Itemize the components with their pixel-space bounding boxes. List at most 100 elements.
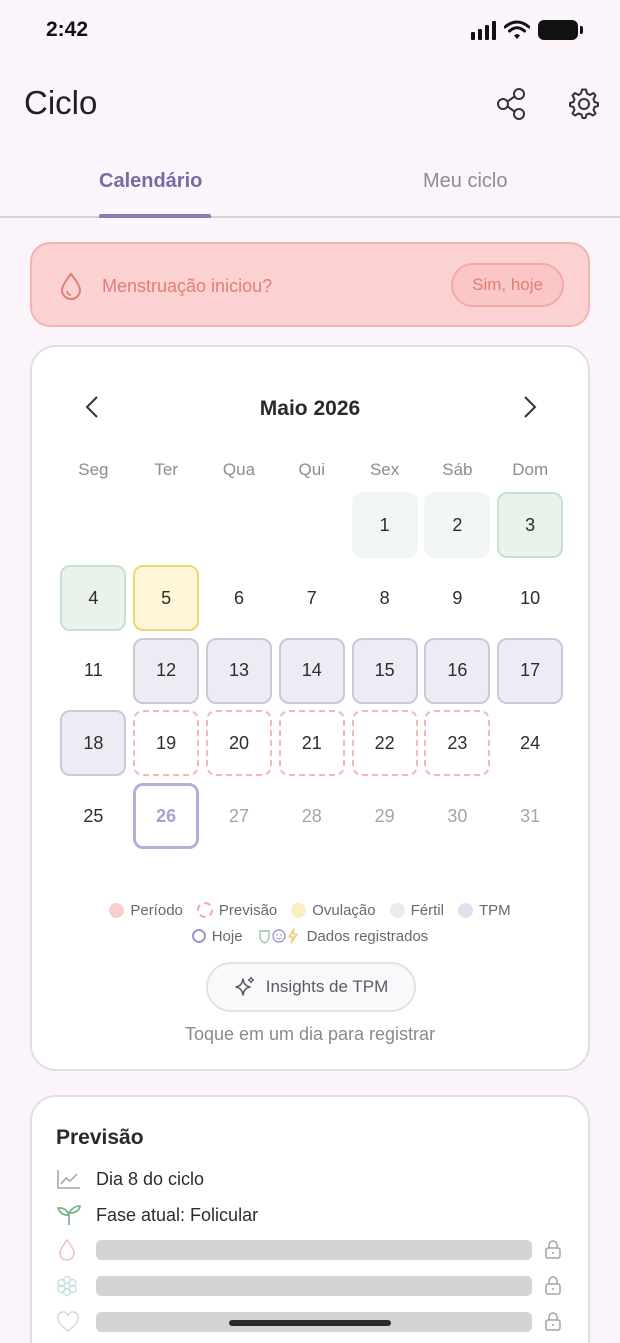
calendar-day-cell: 19 <box>130 707 203 780</box>
legend-tpm: TPM <box>457 901 511 919</box>
calendar-day[interactable]: 16 <box>424 637 491 704</box>
calendar-day-cell <box>57 489 130 562</box>
calendar-day-cell: 26 <box>130 780 203 853</box>
logged-data-icons <box>258 928 298 944</box>
calendar-day[interactable]: 5 <box>133 565 200 632</box>
drop-icon <box>59 1238 75 1261</box>
tab-calendario[interactable]: Calendário <box>99 170 202 193</box>
tab-bar: Calendário Meu ciclo <box>0 150 620 218</box>
calendar-day-cell: 21 <box>275 707 348 780</box>
legend-ovulation: Ovulação <box>291 901 376 919</box>
calendar-day[interactable]: 21 <box>278 710 345 777</box>
legend-label: TPM <box>478 901 511 919</box>
calendar-day[interactable]: 24 <box>497 710 563 776</box>
calendar-day[interactable]: 11 <box>60 638 126 704</box>
calendar-day[interactable]: 14 <box>278 637 345 704</box>
calendar-day[interactable]: 4 <box>60 565 127 632</box>
calendar-day-cell: 29 <box>348 780 421 853</box>
legend-forecast: Previsão <box>196 901 278 919</box>
legend-label: Dados registrados <box>306 927 429 945</box>
calendar-day-cell <box>130 489 203 562</box>
calendar-day-cell: 10 <box>494 562 567 635</box>
calendar-day-cell: 13 <box>203 634 276 707</box>
sparkle-icon <box>234 976 254 996</box>
status-time: 2:42 <box>46 18 89 41</box>
legend-label: Hoje <box>211 927 243 945</box>
calendar-day-cell: 2 <box>421 489 494 562</box>
share-button[interactable] <box>493 86 529 122</box>
calendar-day-cell: 15 <box>348 634 421 707</box>
lock-icon <box>545 1240 561 1259</box>
calendar-day[interactable]: 12 <box>133 637 200 704</box>
calendar-day-cell: 24 <box>494 707 567 780</box>
weekday-label: Dom <box>512 460 549 479</box>
tpm-insights-button[interactable]: Insights de TPM <box>206 962 416 1012</box>
alert-text: Menstruação iniciou? <box>102 276 273 296</box>
chevron-right-icon <box>524 396 537 418</box>
calendar-day[interactable]: 3 <box>497 492 564 559</box>
calendar-day[interactable]: 13 <box>205 637 272 704</box>
calendar-day[interactable]: 29 <box>352 783 418 849</box>
fertile-dot <box>389 902 405 918</box>
calendar-day[interactable]: 2 <box>424 492 491 559</box>
legend-label: Ovulação <box>312 901 376 919</box>
calendar-day[interactable]: 27 <box>206 783 272 849</box>
calendar-day[interactable]: 22 <box>351 710 418 777</box>
home-indicator <box>229 1320 391 1326</box>
confirm-period-button[interactable]: Sim, hoje <box>451 263 564 307</box>
weekday-label: Sex <box>369 460 400 479</box>
calendar-day-cell: 3 <box>494 489 567 562</box>
calendar-day-cell: 4 <box>57 562 130 635</box>
calendar-day-today[interactable]: 26 <box>133 783 200 850</box>
locked-forecast-row[interactable] <box>56 1237 568 1263</box>
calendar-day[interactable]: 23 <box>424 710 491 777</box>
calendar-day-cell: 30 <box>421 780 494 853</box>
month-title: Maio 2026 <box>259 397 361 420</box>
drop-icon <box>60 272 82 300</box>
period-dot <box>109 902 125 918</box>
calendar-day[interactable]: 30 <box>424 783 490 849</box>
next-month-button[interactable] <box>510 387 550 427</box>
legend-fertile: Fértil <box>389 902 444 919</box>
settings-button[interactable] <box>566 86 602 122</box>
flower-icon <box>57 1275 77 1297</box>
status-icons <box>471 20 583 40</box>
calendar-day[interactable]: 8 <box>352 565 418 631</box>
locked-forecast-row[interactable] <box>56 1273 568 1299</box>
calendar-day[interactable]: 19 <box>133 710 200 777</box>
calendar-day[interactable]: 15 <box>351 637 418 704</box>
calendar-day[interactable]: 18 <box>60 710 127 777</box>
share-icon <box>497 88 525 120</box>
calendar-day-cell: 17 <box>494 634 567 707</box>
sprout-icon <box>56 1205 81 1225</box>
calendar-day[interactable]: 10 <box>497 565 563 631</box>
status-bar: 2:42 <box>0 0 620 60</box>
calendar-day[interactable]: 9 <box>424 565 490 631</box>
active-tab-indicator <box>99 214 211 218</box>
calendar-day[interactable]: 25 <box>60 783 126 849</box>
calendar-day[interactable]: 6 <box>206 565 272 631</box>
legend-period: Período <box>109 902 183 919</box>
calendar-day[interactable]: 17 <box>497 637 564 704</box>
calendar-day-cell: 27 <box>203 780 276 853</box>
calendar-day-cell: 16 <box>421 634 494 707</box>
forecast-dot <box>196 902 213 918</box>
legend-label: Período <box>130 901 183 919</box>
heart-icon <box>57 1311 79 1332</box>
calendar-day-cell: 11 <box>57 634 130 707</box>
wifi-icon <box>504 20 530 39</box>
calendar-day-cell: 25 <box>57 780 130 853</box>
calendar-day-cell: 1 <box>348 489 421 562</box>
calendar-day-cell <box>203 489 276 562</box>
calendar-legend: Período Previsão Ovulação Fértil TPM Hoj… <box>32 897 588 949</box>
legend-label: Previsão <box>218 901 278 919</box>
calendar-day-cell: 8 <box>348 562 421 635</box>
calendar-day[interactable]: 7 <box>279 565 345 631</box>
calendar-day[interactable]: 28 <box>279 783 345 849</box>
cycle-day-row: Dia 8 do ciclo <box>56 1168 204 1190</box>
weekday-label: Qui <box>298 460 326 479</box>
calendar-day[interactable]: 1 <box>351 492 418 559</box>
calendar-day[interactable]: 20 <box>205 710 272 777</box>
calendar-day[interactable]: 31 <box>497 783 563 849</box>
tab-meu-ciclo[interactable]: Meu ciclo <box>423 170 507 193</box>
